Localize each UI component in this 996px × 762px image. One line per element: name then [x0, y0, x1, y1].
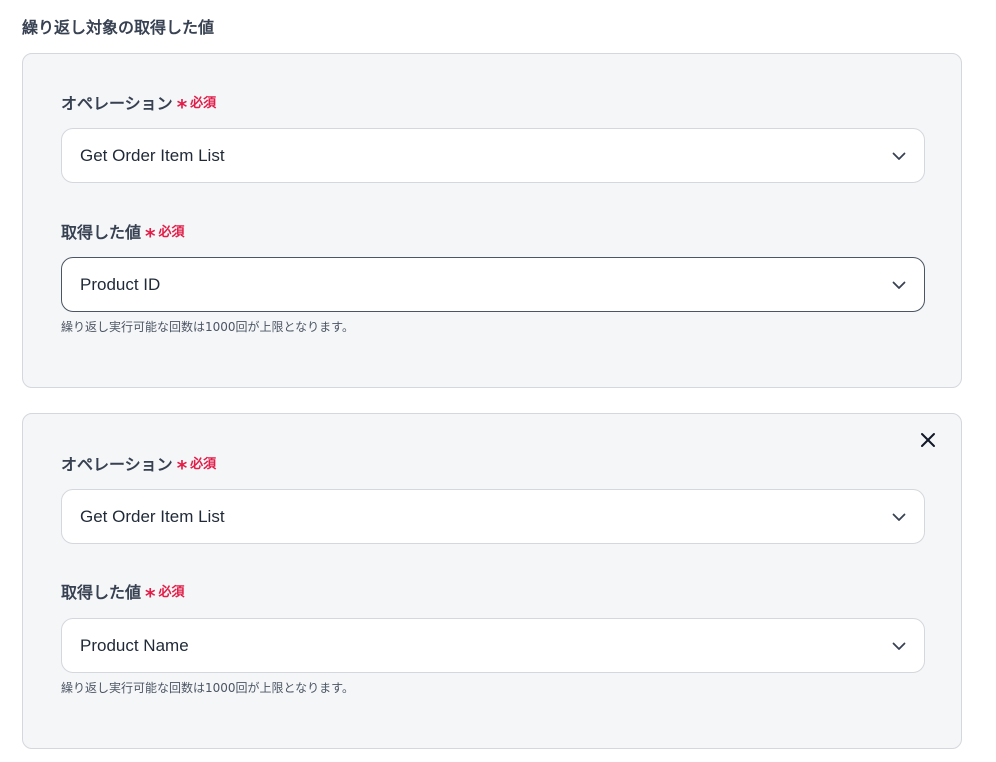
loop-target-card: オペレーション * 必須 Get Order Item List 取得した値 *… [22, 53, 962, 388]
close-icon[interactable] [919, 431, 937, 449]
value-select[interactable]: Product ID [61, 257, 925, 312]
loop-target-card: オペレーション * 必須 Get Order Item List 取得した値 *… [22, 413, 962, 749]
operation-select[interactable]: Get Order Item List [61, 489, 925, 544]
chevron-down-icon [892, 152, 906, 160]
chevron-down-icon [892, 642, 906, 650]
loop-limit-hint: 繰り返し実行可能な回数は1000回が上限となります。 [61, 681, 354, 695]
required-asterisk: * [145, 584, 156, 608]
value-label: 取得した値 * 必須 [61, 221, 185, 248]
value-select[interactable]: Product Name [61, 618, 925, 673]
required-text: 必須 [158, 585, 185, 600]
value-label-text: 取得した値 [61, 223, 142, 242]
loop-settings-panel: 繰り返し対象の取得した値 オペレーション * 必須 Get Order Item… [0, 0, 996, 762]
chevron-down-icon [892, 513, 906, 521]
required-text: 必須 [190, 96, 217, 111]
operation-select-value: Get Order Item List [80, 145, 225, 165]
required-asterisk: * [145, 224, 156, 248]
required-asterisk: * [176, 456, 188, 480]
value-select-value: Product ID [80, 274, 161, 294]
operation-label: オペレーション * 必須 [61, 92, 217, 119]
operation-label-text: オペレーション [61, 455, 173, 474]
required-text: 必須 [190, 457, 217, 472]
value-label: 取得した値 * 必須 [61, 581, 185, 608]
chevron-down-icon [892, 281, 906, 289]
loop-limit-hint: 繰り返し実行可能な回数は1000回が上限となります。 [61, 320, 354, 334]
section-title: 繰り返し対象の取得した値 [22, 18, 215, 37]
operation-label: オペレーション * 必須 [61, 453, 217, 480]
operation-label-text: オペレーション [61, 94, 173, 113]
operation-select-value: Get Order Item List [80, 506, 225, 526]
required-text: 必須 [158, 225, 185, 240]
value-select-value: Product Name [80, 635, 189, 655]
operation-select[interactable]: Get Order Item List [61, 128, 925, 183]
required-asterisk: * [176, 95, 188, 119]
value-label-text: 取得した値 [61, 583, 142, 602]
